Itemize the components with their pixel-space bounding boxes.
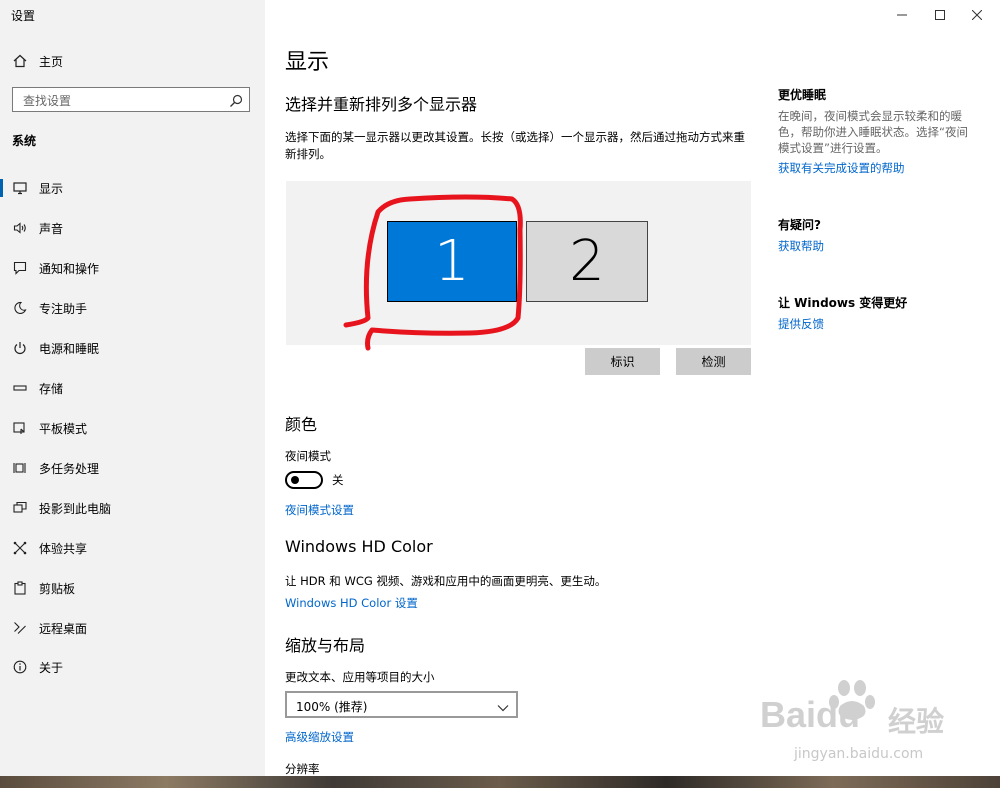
baidu-watermark: Baidu 经验 jingyan.baidu.com [748, 676, 968, 776]
watermark-cn: 经验 [888, 705, 945, 738]
red-annotation [343, 194, 523, 351]
watermark-brand: Baidu [760, 694, 861, 735]
settings-window: 设置 主页 系统 显示 声音 [0, 0, 1000, 776]
watermark-url: jingyan.baidu.com [794, 746, 924, 762]
taskbar-strip [0, 776, 1000, 788]
